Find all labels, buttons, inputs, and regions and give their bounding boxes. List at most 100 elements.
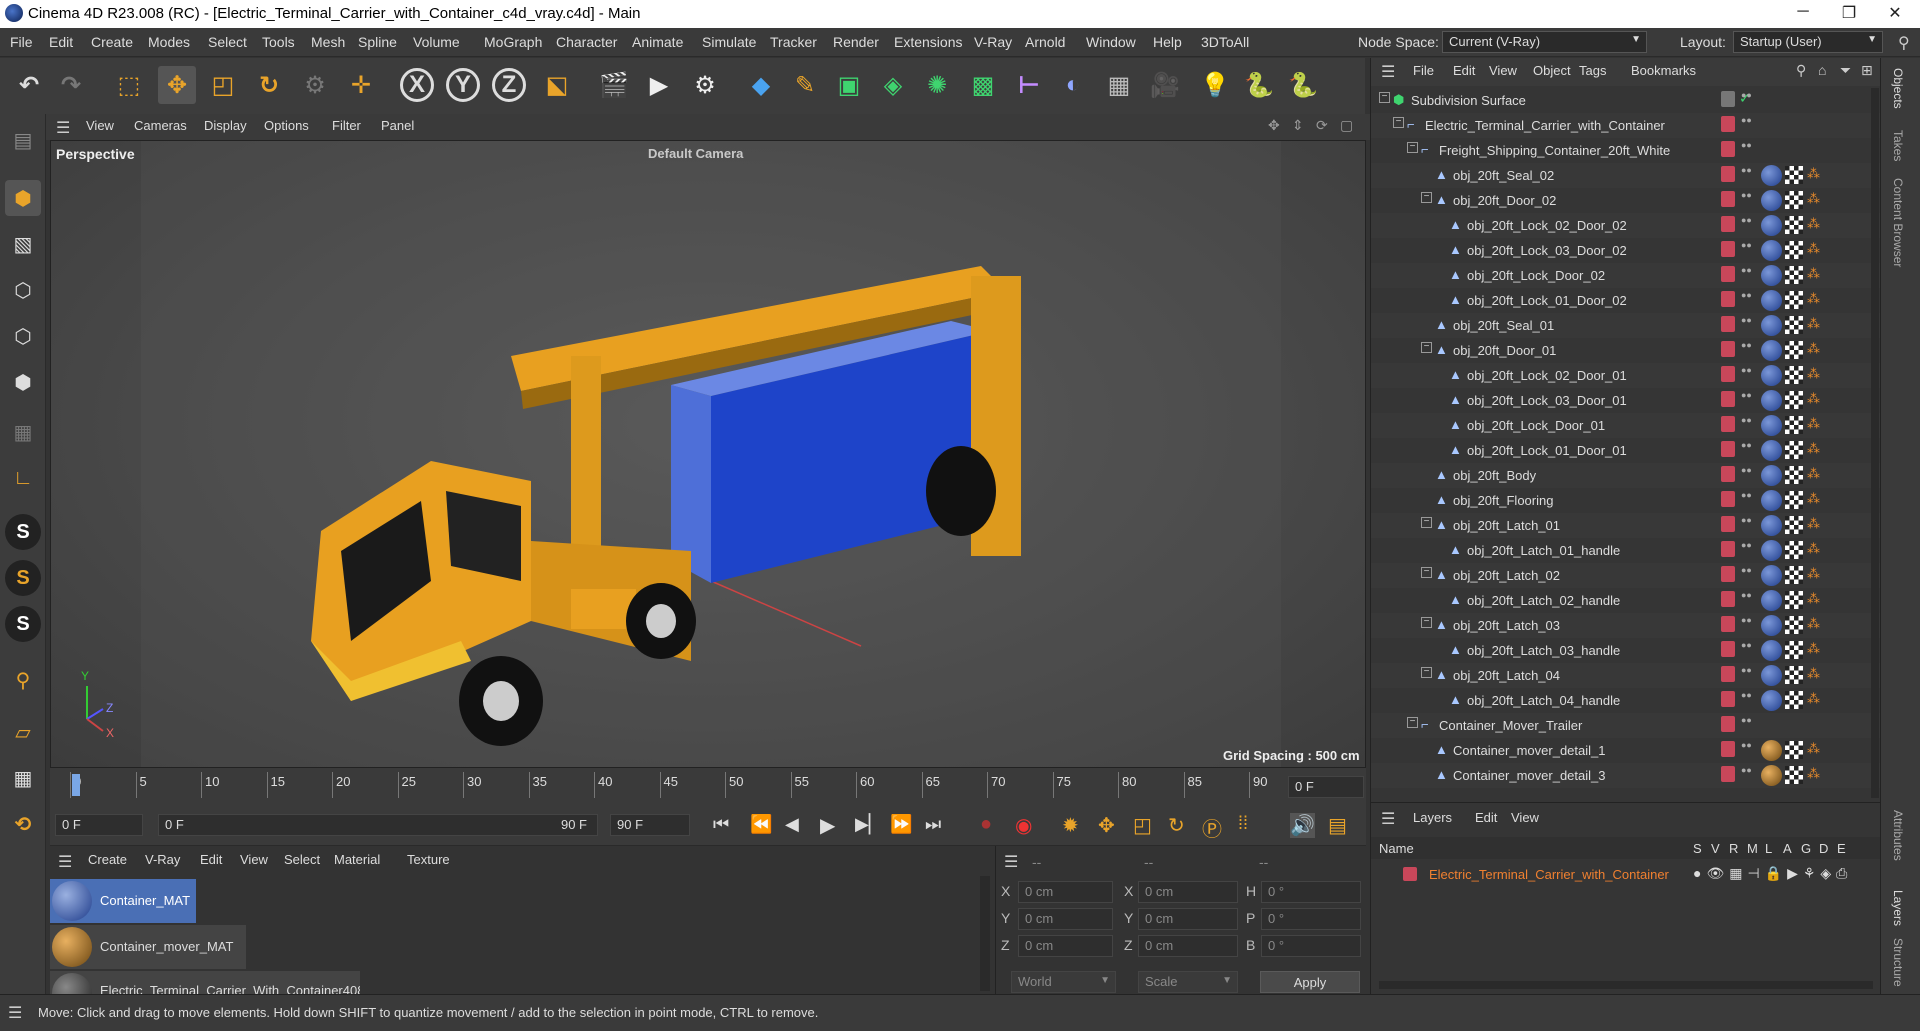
uvw-tag-icon[interactable] (1785, 466, 1803, 484)
object-row[interactable]: ▲ obj_20ft_Latch_01_handle ●● ⁂ (1371, 538, 1881, 563)
uvw-tag-icon[interactable] (1785, 316, 1803, 334)
deformer-icon[interactable]: ⊢ (1010, 66, 1048, 104)
live-selection-icon[interactable]: ⬚ (110, 66, 148, 104)
uvw-tag-icon[interactable] (1785, 241, 1803, 259)
layout-dropdown[interactable]: Startup (User) ▼ (1733, 31, 1883, 53)
position-field[interactable]: 0 cm (1018, 881, 1113, 903)
visibility-dots-icon[interactable]: ●● (1741, 616, 1752, 625)
visibility-dots-icon[interactable]: ●● (1741, 566, 1752, 575)
uvw-tag-icon[interactable] (1785, 291, 1803, 309)
workplane-icon[interactable]: ▱ (5, 714, 41, 750)
field-icon[interactable]: ◐ (1054, 66, 1092, 104)
python-script-icon[interactable]: 🐍 (1284, 66, 1322, 104)
start-frame-field[interactable]: 0 F (55, 814, 143, 836)
collapse-toggle-icon[interactable]: − (1421, 617, 1432, 628)
object-menu-edit[interactable]: Edit (1453, 63, 1475, 78)
object-row[interactable]: − ▲ obj_20ft_Door_02 ●● ⁂ (1371, 188, 1881, 213)
layer-column-r[interactable]: R (1729, 841, 1738, 856)
layer-color-tag[interactable] (1721, 341, 1735, 357)
uvw-tag-icon[interactable] (1785, 766, 1803, 784)
next-frame-icon[interactable]: ▶▏ (855, 814, 883, 835)
search-icon[interactable]: ⚲ (1796, 62, 1806, 79)
tab-takes[interactable]: Takes (1891, 130, 1905, 161)
size-field[interactable]: 0 cm (1138, 908, 1238, 930)
visibility-dots-icon[interactable]: ●● (1741, 391, 1752, 400)
home-icon[interactable]: ⌂ (1818, 62, 1826, 78)
layer-color-tag[interactable] (1721, 241, 1735, 257)
search-icon[interactable]: ⚲ (1898, 33, 1910, 53)
3d-viewport[interactable]: Perspective Default Camera Y Z X Grid Sp… (50, 140, 1366, 768)
menu-create[interactable]: Create (91, 34, 133, 50)
light-icon[interactable]: 💡 (1196, 66, 1234, 104)
object-row[interactable]: − ▲ obj_20ft_Latch_04 ●● ⁂ (1371, 663, 1881, 688)
menu-mesh[interactable]: Mesh (311, 34, 345, 50)
material-tag-icon[interactable] (1761, 215, 1782, 236)
material-item[interactable]: Container_MAT (50, 879, 196, 923)
layer-menu-edit[interactable]: Edit (1475, 810, 1497, 825)
visibility-dots-icon[interactable]: ●● (1741, 166, 1752, 175)
edit-toggle-icon[interactable] (1721, 91, 1735, 107)
render-picture-viewer-icon[interactable]: ▶ (640, 66, 678, 104)
object-row[interactable]: ▲ obj_20ft_Lock_01_Door_01 ●● ⁂ (1371, 438, 1881, 463)
uvw-tag-icon[interactable] (1785, 391, 1803, 409)
vertex-map-icon[interactable]: ⁂ (1807, 566, 1823, 584)
layer-color-tag[interactable] (1721, 141, 1735, 157)
layer-color-tag[interactable] (1721, 541, 1735, 557)
visibility-dots-icon[interactable]: ●● (1741, 316, 1752, 325)
snap-settings-icon[interactable]: S (5, 560, 41, 596)
key-position-icon[interactable]: ✥ (1098, 813, 1115, 838)
material-tag-icon[interactable] (1761, 690, 1782, 711)
visibility-dots-icon[interactable]: ●● (1741, 341, 1752, 350)
viewport-menu-display[interactable]: Display (204, 118, 247, 133)
menu-3dtoall[interactable]: 3DToAll (1201, 34, 1249, 50)
previous-frame-icon[interactable]: ◀ (785, 814, 799, 835)
object-row[interactable]: ▲ obj_20ft_Flooring ●● ⁂ (1371, 488, 1881, 513)
material-tag-icon[interactable] (1761, 565, 1782, 586)
layer-color-tag[interactable] (1721, 116, 1735, 132)
extrude-icon[interactable]: ◈ (874, 66, 912, 104)
menu-tools[interactable]: Tools (262, 34, 295, 50)
vertex-map-icon[interactable]: ⁂ (1807, 216, 1823, 234)
layer-color-tag[interactable] (1721, 291, 1735, 307)
layer-color-tag[interactable] (1721, 316, 1735, 332)
grid-icon[interactable]: ▦ (5, 760, 41, 796)
layer-color-tag[interactable] (1721, 641, 1735, 657)
scale-tool-icon[interactable]: ◰ (204, 66, 242, 104)
rotation-field[interactable]: 0 ° (1261, 935, 1361, 957)
move-tool-icon[interactable]: ✥ (158, 66, 196, 104)
object-row[interactable]: ▲ obj_20ft_Lock_03_Door_02 ●● ⁂ (1371, 238, 1881, 263)
keyframe-selection-icon[interactable]: ✹ (1062, 813, 1079, 838)
collapse-toggle-icon[interactable]: − (1393, 117, 1404, 128)
viewport-menu-cameras[interactable]: Cameras (134, 118, 187, 133)
coordinate-system-icon[interactable]: ⬕ (538, 66, 576, 104)
object-menu-tags[interactable]: Tags (1579, 63, 1606, 78)
layer-color-tag[interactable] (1721, 216, 1735, 232)
end-frame-field[interactable]: 90 F (610, 814, 690, 836)
vertex-map-icon[interactable]: ⁂ (1807, 366, 1823, 384)
sound-icon[interactable]: 🔊 (1290, 813, 1315, 838)
play-icon[interactable]: ▶ (820, 813, 835, 838)
collapse-toggle-icon[interactable]: − (1421, 667, 1432, 678)
layer-column-m[interactable]: M (1747, 841, 1758, 856)
material-scrollbar[interactable] (980, 876, 990, 991)
material-tag-icon[interactable] (1761, 165, 1782, 186)
uvw-tag-icon[interactable] (1785, 166, 1803, 184)
material-tag-icon[interactable] (1761, 290, 1782, 311)
vertex-map-icon[interactable]: ⁂ (1807, 466, 1823, 484)
menu-file[interactable]: File (10, 34, 33, 50)
visibility-dots-icon[interactable]: ●● (1741, 516, 1752, 525)
material-menu-view[interactable]: View (240, 852, 268, 867)
collapse-toggle-icon[interactable]: − (1421, 192, 1432, 203)
vertex-map-icon[interactable]: ⁂ (1807, 641, 1823, 659)
visibility-dots-icon[interactable]: ●● (1741, 241, 1752, 250)
material-tag-icon[interactable] (1761, 665, 1782, 686)
uvw-tag-icon[interactable] (1785, 666, 1803, 684)
visibility-dots-icon[interactable]: ●● (1741, 191, 1752, 200)
layer-color-tag[interactable] (1721, 666, 1735, 682)
menu-character[interactable]: Character (556, 34, 617, 50)
menu-modes[interactable]: Modes (148, 34, 190, 50)
tab-attributes[interactable]: Attributes (1891, 810, 1905, 861)
material-menu-texture[interactable]: Texture (407, 852, 450, 867)
layer-color-tag[interactable] (1721, 266, 1735, 282)
vertex-map-icon[interactable]: ⁂ (1807, 491, 1823, 509)
